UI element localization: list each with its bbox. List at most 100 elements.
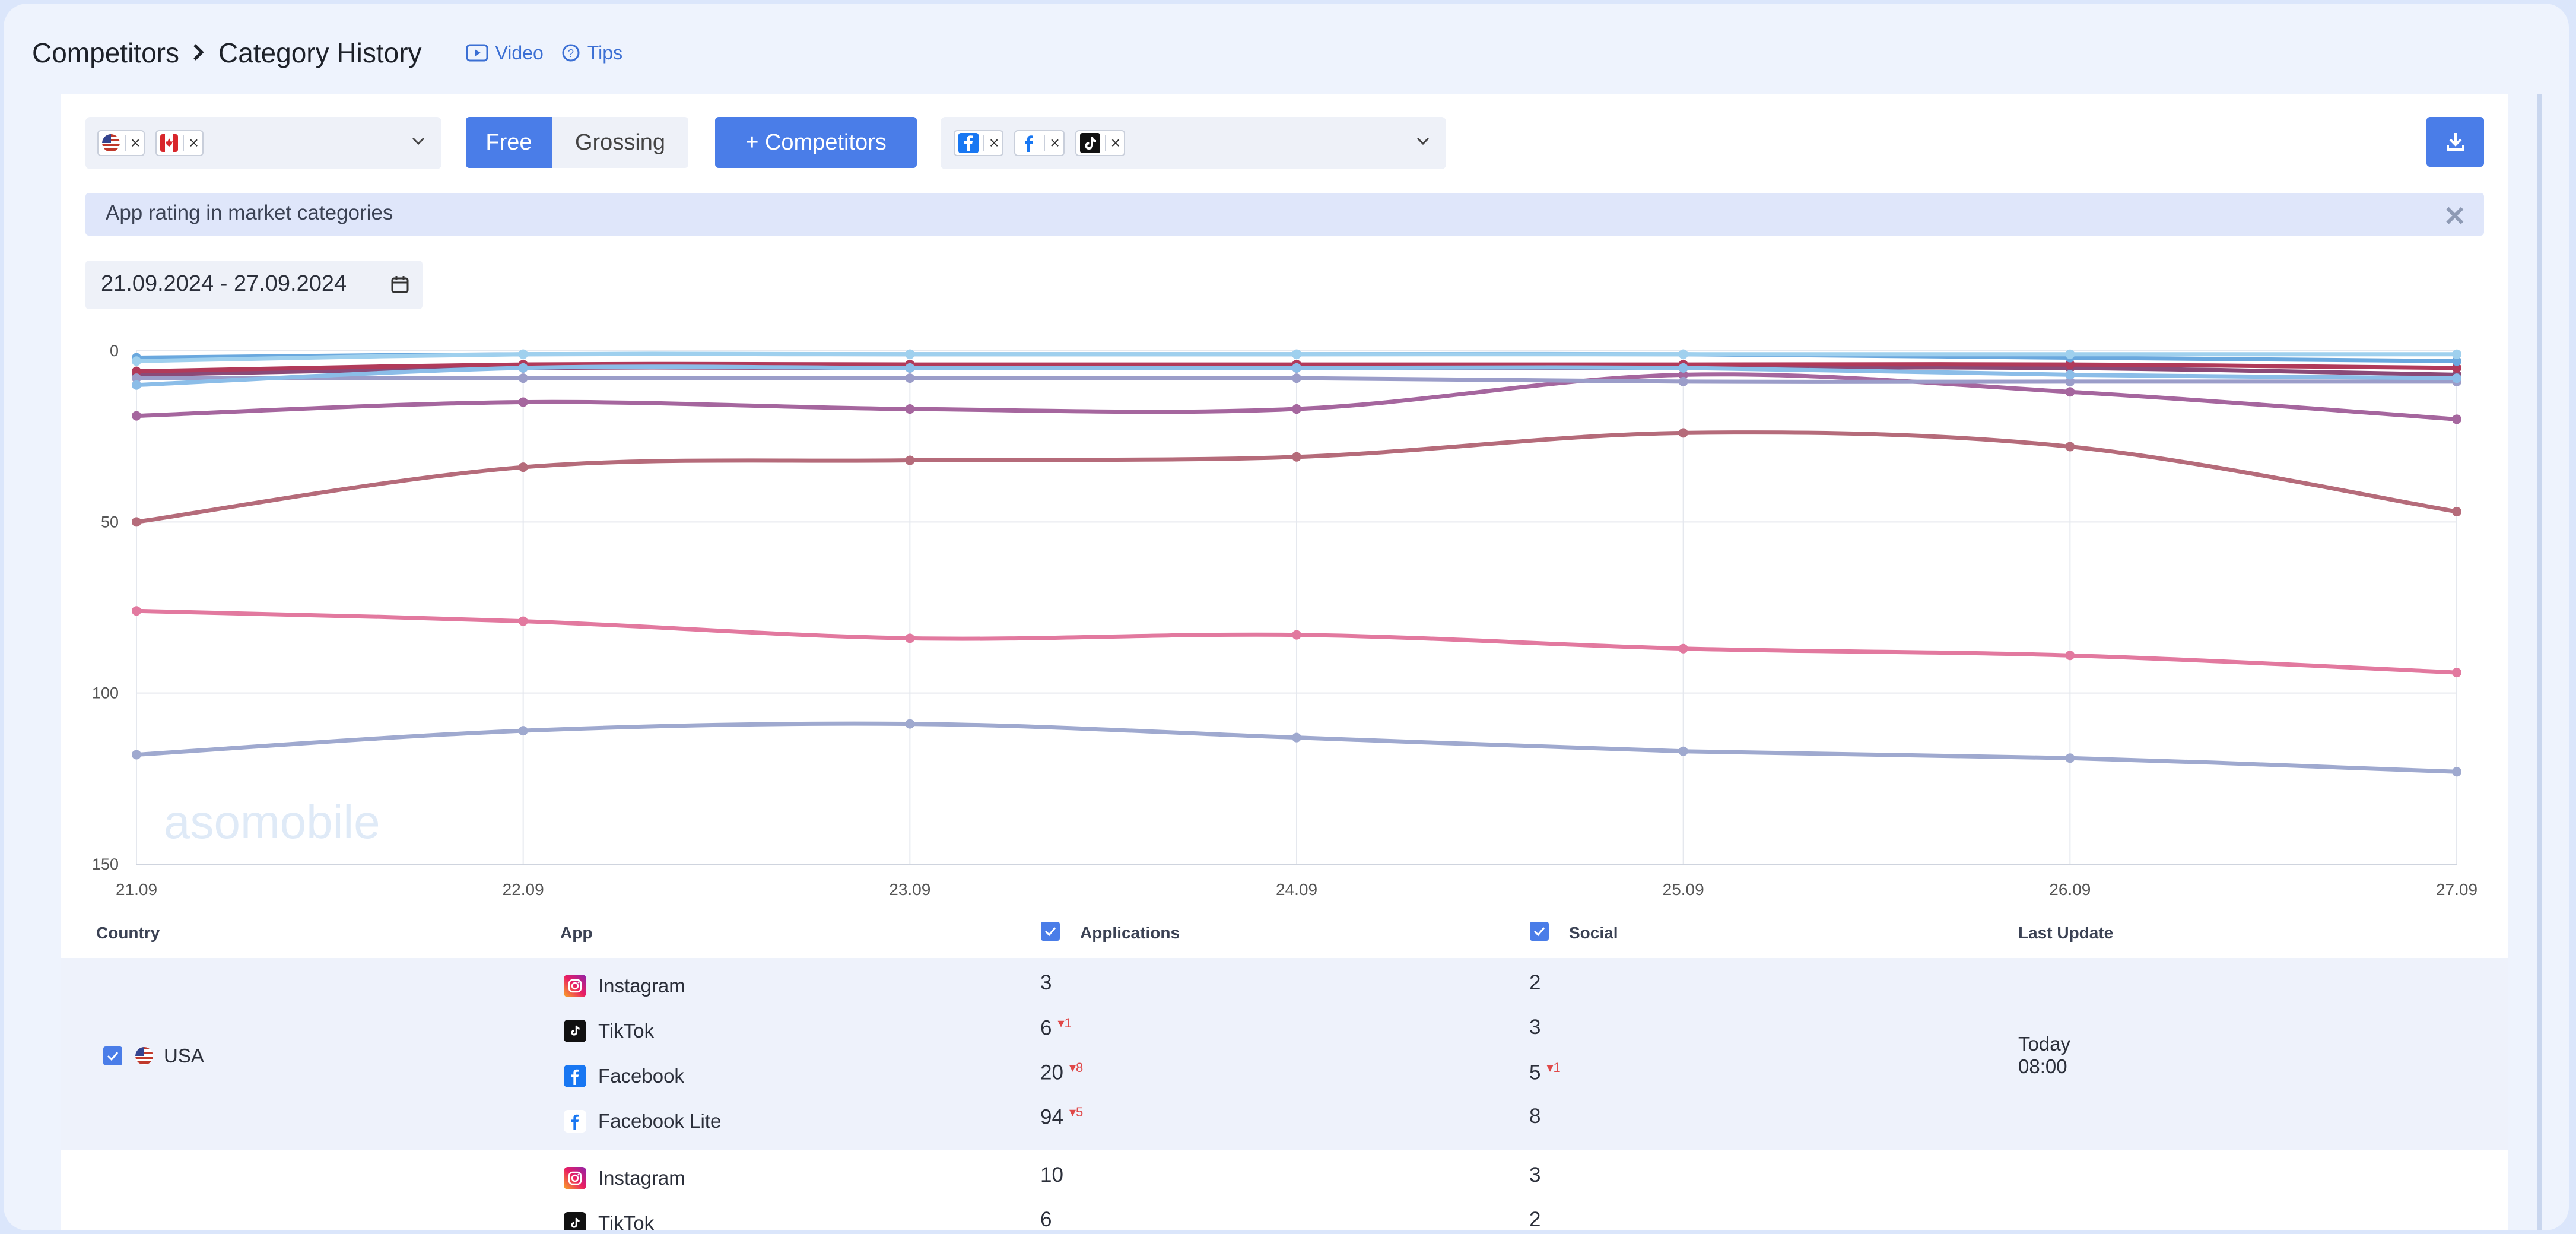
data-point [518, 616, 528, 626]
data-point [2452, 349, 2461, 359]
facebook-lite-icon [564, 1110, 586, 1133]
applications-checkbox[interactable] [1041, 922, 1060, 941]
applications-value: 20 ▾8 [1040, 1060, 1084, 1084]
x-tick-label: 21.09 [116, 880, 157, 899]
y-tick-label: 100 [92, 684, 119, 702]
column-header-app: App [560, 924, 593, 942]
watermark: asomobile [164, 795, 380, 848]
social-value: 2 [1529, 1208, 1541, 1230]
checkmark-icon [1533, 927, 1545, 937]
data-point [2452, 507, 2461, 517]
data-point [1292, 373, 1301, 383]
category-history-chart: asomobile 0 50 100 150 21.09 22.09 23.09 24.09 2… [92, 342, 2477, 899]
data-point [905, 633, 915, 643]
applications-value: 6 ▾1 [1040, 1016, 1072, 1040]
data-point [1678, 746, 1688, 756]
y-tick-label: 0 [110, 342, 119, 360]
tips-link[interactable]: ? Tips [561, 42, 622, 64]
scrollbar[interactable] [2537, 94, 2542, 1230]
breadcrumb-parent[interactable]: Competitors [32, 37, 179, 69]
tips-label: Tips [587, 42, 623, 64]
page-header: Competitors Category History Video ? Tip… [32, 32, 622, 74]
data-point [1292, 349, 1301, 359]
data-point [132, 750, 141, 760]
data-point [905, 373, 915, 383]
social-value: 5 ▾1 [1529, 1060, 1561, 1084]
country-name: USA [164, 1045, 204, 1067]
facebook-icon [564, 1065, 586, 1087]
table-group-2 [61, 1150, 2508, 1230]
main-panel: × × Free Grossing + Competitors × × × Ap… [61, 94, 2508, 1230]
y-tick-label: 50 [101, 513, 119, 531]
data-point [1678, 376, 1688, 386]
instagram-icon [564, 975, 586, 997]
social-value: 2 [1529, 971, 1541, 994]
data-point [2065, 349, 2075, 359]
applications-value: 10 [1040, 1163, 1063, 1187]
video-link[interactable]: Video [466, 42, 544, 64]
data-point [132, 356, 141, 366]
video-icon [466, 44, 488, 62]
data-point [905, 455, 915, 465]
column-header-social: Social [1569, 924, 1618, 942]
data-point [2065, 387, 2075, 397]
column-header-last-update: Last Update [2018, 924, 2114, 942]
app-cell-instagram: Instagram [564, 975, 685, 997]
last-update: Today 08:00 [2018, 1033, 2070, 1078]
checkmark-icon [1044, 927, 1056, 937]
column-header-country: Country [96, 924, 160, 942]
x-tick-label: 24.09 [1276, 880, 1317, 899]
app-frame: Competitors Category History Video ? Tip… [4, 4, 2569, 1230]
x-tick-label: 22.09 [503, 880, 544, 899]
x-tick-label: 23.09 [889, 880, 930, 899]
data-point [905, 349, 915, 359]
app-name: TikTok [598, 1212, 655, 1230]
data-point [1678, 428, 1688, 438]
instagram-icon [564, 1167, 586, 1189]
data-point [1292, 363, 1301, 373]
data-point [1292, 732, 1301, 743]
country-cell-usa: USA [103, 1045, 204, 1067]
rank-change: ▾5 [1069, 1105, 1084, 1119]
x-tick-label: 26.09 [2049, 880, 2091, 899]
svg-text:?: ? [568, 47, 574, 59]
usa-flag-icon [135, 1047, 153, 1065]
data-point [518, 397, 528, 407]
table-group-usa [61, 958, 2508, 1150]
page-title: Category History [218, 37, 422, 68]
data-point [2065, 442, 2075, 452]
applications-value: 3 [1040, 971, 1052, 994]
data-point [905, 363, 915, 373]
social-checkbox[interactable] [1530, 922, 1549, 941]
applications-value: 6 [1040, 1208, 1052, 1230]
data-point [518, 726, 528, 736]
social-value: 3 [1529, 1163, 1541, 1187]
data-point [518, 349, 528, 359]
data-point [905, 719, 915, 729]
app-cell-instagram: Instagram [564, 1167, 685, 1189]
data-point [132, 517, 141, 527]
column-header-applications: Applications [1080, 924, 1180, 942]
app-cell-facebook-lite: Facebook Lite [564, 1110, 721, 1133]
rank-change: ▾8 [1069, 1060, 1084, 1075]
tiktok-icon [564, 1020, 586, 1042]
checkmark-icon [107, 1052, 119, 1061]
rank-change: ▾1 [1057, 1016, 1072, 1030]
data-point [1678, 643, 1688, 654]
data-point [905, 404, 915, 414]
data-point [132, 411, 141, 421]
help-circle-icon: ? [562, 44, 580, 62]
app-name: Instagram [598, 1167, 685, 1189]
social-value: 8 [1529, 1105, 1541, 1128]
page: Competitors Category History Video ? Tip… [0, 0, 2576, 1234]
app-name: Facebook Lite [598, 1110, 722, 1132]
data-point [518, 462, 528, 472]
country-checkbox-usa[interactable] [103, 1046, 122, 1065]
social-value: 3 [1529, 1016, 1541, 1039]
data-point [2065, 370, 2075, 380]
data-point [2452, 373, 2461, 383]
data-point [1678, 363, 1688, 373]
data-point [518, 373, 528, 383]
data-point [518, 363, 528, 373]
video-label: Video [495, 42, 544, 64]
